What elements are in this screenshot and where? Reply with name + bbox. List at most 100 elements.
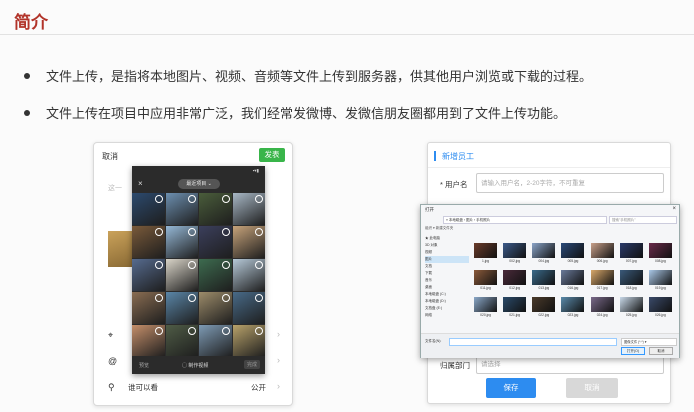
file-item[interactable]: 021.jpg: [502, 297, 527, 323]
select-circle-icon[interactable]: [255, 294, 263, 302]
photo-thumbnail[interactable]: [199, 259, 232, 291]
photo-thumbnail[interactable]: [199, 292, 232, 324]
visibility-row[interactable]: ⚲ 谁可以看 公开 ›: [108, 381, 280, 395]
nav-item[interactable]: 下载: [425, 270, 469, 277]
cancel-button[interactable]: 取消: [566, 378, 618, 398]
select-circle-icon[interactable]: [255, 261, 263, 269]
nav-item[interactable]: 本地磁盘 (D:): [425, 298, 469, 305]
select-circle-icon[interactable]: [255, 327, 263, 335]
selected-photo-thumbnail[interactable]: [108, 231, 132, 267]
select-circle-icon[interactable]: [154, 294, 163, 302]
make-video-button[interactable]: ◯ 制作视频: [182, 362, 208, 369]
form-title: 新增员工: [442, 152, 474, 161]
filename-input[interactable]: [449, 338, 617, 346]
select-circle-icon[interactable]: [221, 228, 230, 236]
file-item[interactable]: 002.jpg: [502, 243, 527, 269]
select-circle-icon[interactable]: [188, 228, 196, 236]
save-button[interactable]: 保存: [486, 378, 536, 398]
cancel-button[interactable]: 取消: [102, 151, 118, 162]
preview-button[interactable]: 预览: [139, 362, 149, 369]
nav-item[interactable]: 桌面: [425, 284, 469, 291]
file-item[interactable]: 024.jpg: [590, 297, 615, 323]
address-bar[interactable]: « 本地磁盘 › 图片 › 手机照片: [443, 216, 607, 224]
visibility-label: 谁可以看: [128, 383, 158, 392]
close-icon[interactable]: ×: [672, 206, 676, 212]
photo-thumbnail[interactable]: [232, 292, 265, 324]
nav-item[interactable]: 视频: [425, 249, 469, 256]
select-circle-icon[interactable]: [221, 327, 230, 335]
select-circle-icon[interactable]: [188, 261, 196, 269]
post-text-input[interactable]: 这一: [108, 183, 122, 193]
dialog-cancel-button[interactable]: 取消: [649, 347, 673, 355]
select-circle-icon[interactable]: [255, 228, 263, 236]
nav-item[interactable]: 3D 对象: [425, 242, 469, 249]
file-item[interactable]: 023.jpg: [560, 297, 585, 323]
select-circle-icon[interactable]: [154, 261, 163, 269]
file-item[interactable]: 004.jpg: [531, 243, 556, 269]
nav-item[interactable]: 文档: [425, 263, 469, 270]
file-item[interactable]: 011.jpg: [473, 270, 498, 296]
file-item[interactable]: 018.jpg: [619, 270, 644, 296]
photo-thumbnail[interactable]: [199, 226, 232, 258]
nav-item[interactable]: 本地磁盘 (C:): [425, 291, 469, 298]
select-circle-icon[interactable]: [154, 327, 163, 335]
file-item[interactable]: 012.jpg: [502, 270, 527, 296]
file-item[interactable]: 005.jpg: [560, 243, 585, 269]
select-circle-icon[interactable]: [154, 228, 163, 236]
done-button[interactable]: 完成: [243, 360, 260, 369]
dialog-toolbar[interactable]: 组织 ▾ 新建文件夹: [425, 226, 453, 231]
file-item[interactable]: 025.jpg: [619, 297, 644, 323]
select-circle-icon[interactable]: [154, 195, 163, 203]
file-item[interactable]: 017.jpg: [590, 270, 615, 296]
photo-thumbnail[interactable]: [232, 259, 265, 291]
file-type-select[interactable]: 图像文件 (*.*) ▾: [621, 338, 677, 346]
publish-button[interactable]: 发表: [259, 148, 285, 162]
photo-thumbnail[interactable]: [232, 325, 265, 357]
select-circle-icon[interactable]: [188, 195, 196, 203]
photo-thumbnail[interactable]: [165, 325, 198, 357]
file-item[interactable]: 022.jpg: [531, 297, 556, 323]
select-circle-icon[interactable]: [188, 327, 196, 335]
select-circle-icon[interactable]: [221, 294, 230, 302]
nav-item[interactable]: ★ 此电脑: [425, 235, 469, 242]
photo-thumbnail[interactable]: [132, 325, 165, 357]
nav-item[interactable]: 文档盘 (E:): [425, 305, 469, 312]
photo-thumbnail[interactable]: [165, 226, 198, 258]
album-selector[interactable]: 最近项目 ⌄: [178, 179, 220, 189]
photo-thumbnail[interactable]: [165, 193, 198, 225]
file-item[interactable]: 1.jpg: [473, 243, 498, 269]
photo-thumbnail[interactable]: [132, 259, 165, 291]
open-button[interactable]: 打开(O): [621, 347, 645, 355]
close-icon[interactable]: ×: [138, 179, 143, 188]
file-item[interactable]: 007.jpg: [619, 243, 644, 269]
search-input[interactable]: 搜索"手机照片": [609, 216, 677, 224]
file-item[interactable]: 008.jpg: [648, 243, 673, 269]
file-item[interactable]: 016.jpg: [560, 270, 585, 296]
photo-thumbnail[interactable]: [232, 226, 265, 258]
user-icon: ⚲: [108, 382, 115, 392]
photo-thumbnail[interactable]: [165, 259, 198, 291]
file-item[interactable]: 013.jpg: [531, 270, 556, 296]
bullet-2: 文件上传在项目中应用非常广泛，我们经常发微博、发微信朋友圈都用到了文件上传功能。: [24, 103, 566, 122]
bullet-text-1: 文件上传，是指将本地图片、视频、音频等文件上传到服务器，供其他用户浏览或下载的过…: [46, 70, 593, 85]
nav-item[interactable]: 音乐: [425, 277, 469, 284]
username-input[interactable]: 请输入用户名，2-20字符，不可重复: [476, 173, 664, 193]
photo-thumbnail[interactable]: [232, 193, 265, 225]
file-item[interactable]: 020.jpg: [473, 297, 498, 323]
file-item[interactable]: 006.jpg: [590, 243, 615, 269]
photo-thumbnail[interactable]: [199, 193, 232, 225]
nav-item[interactable]: 网络: [425, 312, 469, 319]
photo-thumbnail[interactable]: [132, 292, 165, 324]
photo-thumbnail[interactable]: [199, 325, 232, 357]
select-circle-icon[interactable]: [255, 195, 263, 203]
file-item[interactable]: 026.jpg: [648, 297, 673, 323]
nav-item[interactable]: 图片: [425, 256, 469, 263]
select-circle-icon[interactable]: [221, 195, 230, 203]
select-circle-icon[interactable]: [188, 294, 196, 302]
file-item[interactable]: 019.jpg: [648, 270, 673, 296]
photo-thumbnail[interactable]: [165, 292, 198, 324]
select-circle-icon[interactable]: [221, 261, 230, 269]
photo-thumbnail[interactable]: [132, 193, 165, 225]
photo-thumbnail[interactable]: [132, 226, 165, 258]
file-thumbnail: [474, 243, 498, 258]
